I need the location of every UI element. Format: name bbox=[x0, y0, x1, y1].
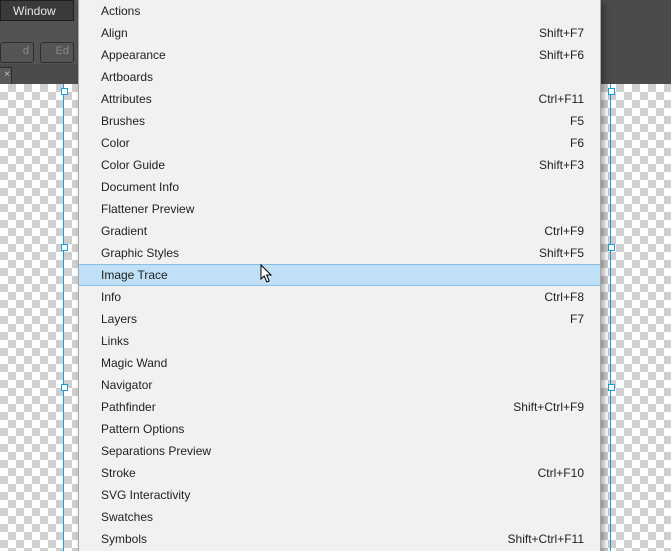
menu-item-document-info[interactable]: Document Info bbox=[79, 176, 600, 198]
menu-item-shortcut: F6 bbox=[570, 136, 584, 150]
menu-item-label: Pattern Options bbox=[101, 422, 584, 436]
menu-item-label: Artboards bbox=[101, 70, 584, 84]
menu-item-label: Layers bbox=[101, 312, 570, 326]
menu-item-pattern-options[interactable]: Pattern Options bbox=[79, 418, 600, 440]
menu-item-label: Swatches bbox=[101, 510, 584, 524]
menu-item-flattener-preview[interactable]: Flattener Preview bbox=[79, 198, 600, 220]
menu-item-shortcut: Ctrl+F8 bbox=[544, 290, 584, 304]
menu-item-actions[interactable]: Actions bbox=[79, 0, 600, 22]
menu-item-shortcut: F7 bbox=[570, 312, 584, 326]
menu-item-image-trace[interactable]: Image Trace bbox=[79, 264, 600, 286]
menu-item-artboards[interactable]: Artboards bbox=[79, 66, 600, 88]
selection-edge-right bbox=[610, 84, 611, 551]
options-btn-b[interactable]: Ed bbox=[40, 42, 74, 63]
menu-item-links[interactable]: Links bbox=[79, 330, 600, 352]
menu-item-attributes[interactable]: AttributesCtrl+F11 bbox=[79, 88, 600, 110]
menu-item-label: Links bbox=[101, 334, 584, 348]
menu-item-shortcut: Shift+F6 bbox=[539, 48, 584, 62]
menu-item-label: Color Guide bbox=[101, 158, 539, 172]
menu-item-align[interactable]: AlignShift+F7 bbox=[79, 22, 600, 44]
menu-item-label: Image Trace bbox=[101, 268, 584, 282]
menu-item-label: Magic Wand bbox=[101, 356, 584, 370]
menu-item-label: Appearance bbox=[101, 48, 539, 62]
menu-item-graphic-styles[interactable]: Graphic StylesShift+F5 bbox=[79, 242, 600, 264]
menubar: Window bbox=[0, 0, 78, 22]
selection-handle[interactable] bbox=[608, 384, 615, 391]
selection-handle[interactable] bbox=[61, 244, 68, 251]
selection-handle[interactable] bbox=[61, 384, 68, 391]
menu-item-shortcut: Ctrl+F9 bbox=[544, 224, 584, 238]
menu-item-swatches[interactable]: Swatches bbox=[79, 506, 600, 528]
menu-item-label: Brushes bbox=[101, 114, 570, 128]
menu-item-layers[interactable]: LayersF7 bbox=[79, 308, 600, 330]
menu-item-shortcut: Shift+Ctrl+F11 bbox=[508, 532, 584, 546]
selection-handle[interactable] bbox=[61, 88, 68, 95]
menu-item-magic-wand[interactable]: Magic Wand bbox=[79, 352, 600, 374]
menu-item-label: Attributes bbox=[101, 92, 539, 106]
menu-item-symbols[interactable]: SymbolsShift+Ctrl+F11 bbox=[79, 528, 600, 550]
menu-item-label: Graphic Styles bbox=[101, 246, 539, 260]
window-menu-dropdown: ActionsAlignShift+F7AppearanceShift+F6Ar… bbox=[78, 0, 601, 551]
menu-item-separations-preview[interactable]: Separations Preview bbox=[79, 440, 600, 462]
menu-item-label: SVG Interactivity bbox=[101, 488, 584, 502]
menu-item-shortcut: Shift+F3 bbox=[539, 158, 584, 172]
menu-item-label: Symbols bbox=[101, 532, 508, 546]
menu-item-label: Stroke bbox=[101, 466, 538, 480]
options-btn-a[interactable]: d bbox=[0, 42, 34, 63]
document-tab-fragment[interactable]: × bbox=[0, 67, 12, 85]
options-bar-fragment: d Ed bbox=[0, 22, 78, 64]
close-icon[interactable]: × bbox=[4, 69, 10, 80]
menu-item-label: Document Info bbox=[101, 180, 584, 194]
menu-item-shortcut: Shift+Ctrl+F9 bbox=[513, 400, 584, 414]
menu-item-label: Align bbox=[101, 26, 539, 40]
menu-item-appearance[interactable]: AppearanceShift+F6 bbox=[79, 44, 600, 66]
menu-item-info[interactable]: InfoCtrl+F8 bbox=[79, 286, 600, 308]
menu-item-shortcut: Ctrl+F10 bbox=[538, 466, 584, 480]
menu-item-color-guide[interactable]: Color GuideShift+F3 bbox=[79, 154, 600, 176]
menu-item-shortcut: F5 bbox=[570, 114, 584, 128]
menu-item-label: Actions bbox=[101, 4, 584, 18]
menu-item-label: Color bbox=[101, 136, 570, 150]
menu-item-shortcut: Shift+F7 bbox=[539, 26, 584, 40]
menu-item-svg-interactivity[interactable]: SVG Interactivity bbox=[79, 484, 600, 506]
menu-item-label: Navigator bbox=[101, 378, 584, 392]
menu-item-pathfinder[interactable]: PathfinderShift+Ctrl+F9 bbox=[79, 396, 600, 418]
menu-item-label: Gradient bbox=[101, 224, 544, 238]
menu-item-shortcut: Ctrl+F11 bbox=[539, 92, 584, 106]
menu-item-gradient[interactable]: GradientCtrl+F9 bbox=[79, 220, 600, 242]
menu-item-label: Info bbox=[101, 290, 544, 304]
selection-edge-left bbox=[63, 84, 64, 551]
menu-item-brushes[interactable]: BrushesF5 bbox=[79, 110, 600, 132]
selection-handle[interactable] bbox=[608, 88, 615, 95]
menu-item-label: Separations Preview bbox=[101, 444, 584, 458]
menubar-item-window[interactable]: Window bbox=[0, 0, 74, 21]
selection-handle[interactable] bbox=[608, 244, 615, 251]
menu-item-navigator[interactable]: Navigator bbox=[79, 374, 600, 396]
menu-item-shortcut: Shift+F5 bbox=[539, 246, 584, 260]
menu-item-label: Pathfinder bbox=[101, 400, 513, 414]
menu-item-label: Flattener Preview bbox=[101, 202, 584, 216]
menu-item-stroke[interactable]: StrokeCtrl+F10 bbox=[79, 462, 600, 484]
menu-item-color[interactable]: ColorF6 bbox=[79, 132, 600, 154]
